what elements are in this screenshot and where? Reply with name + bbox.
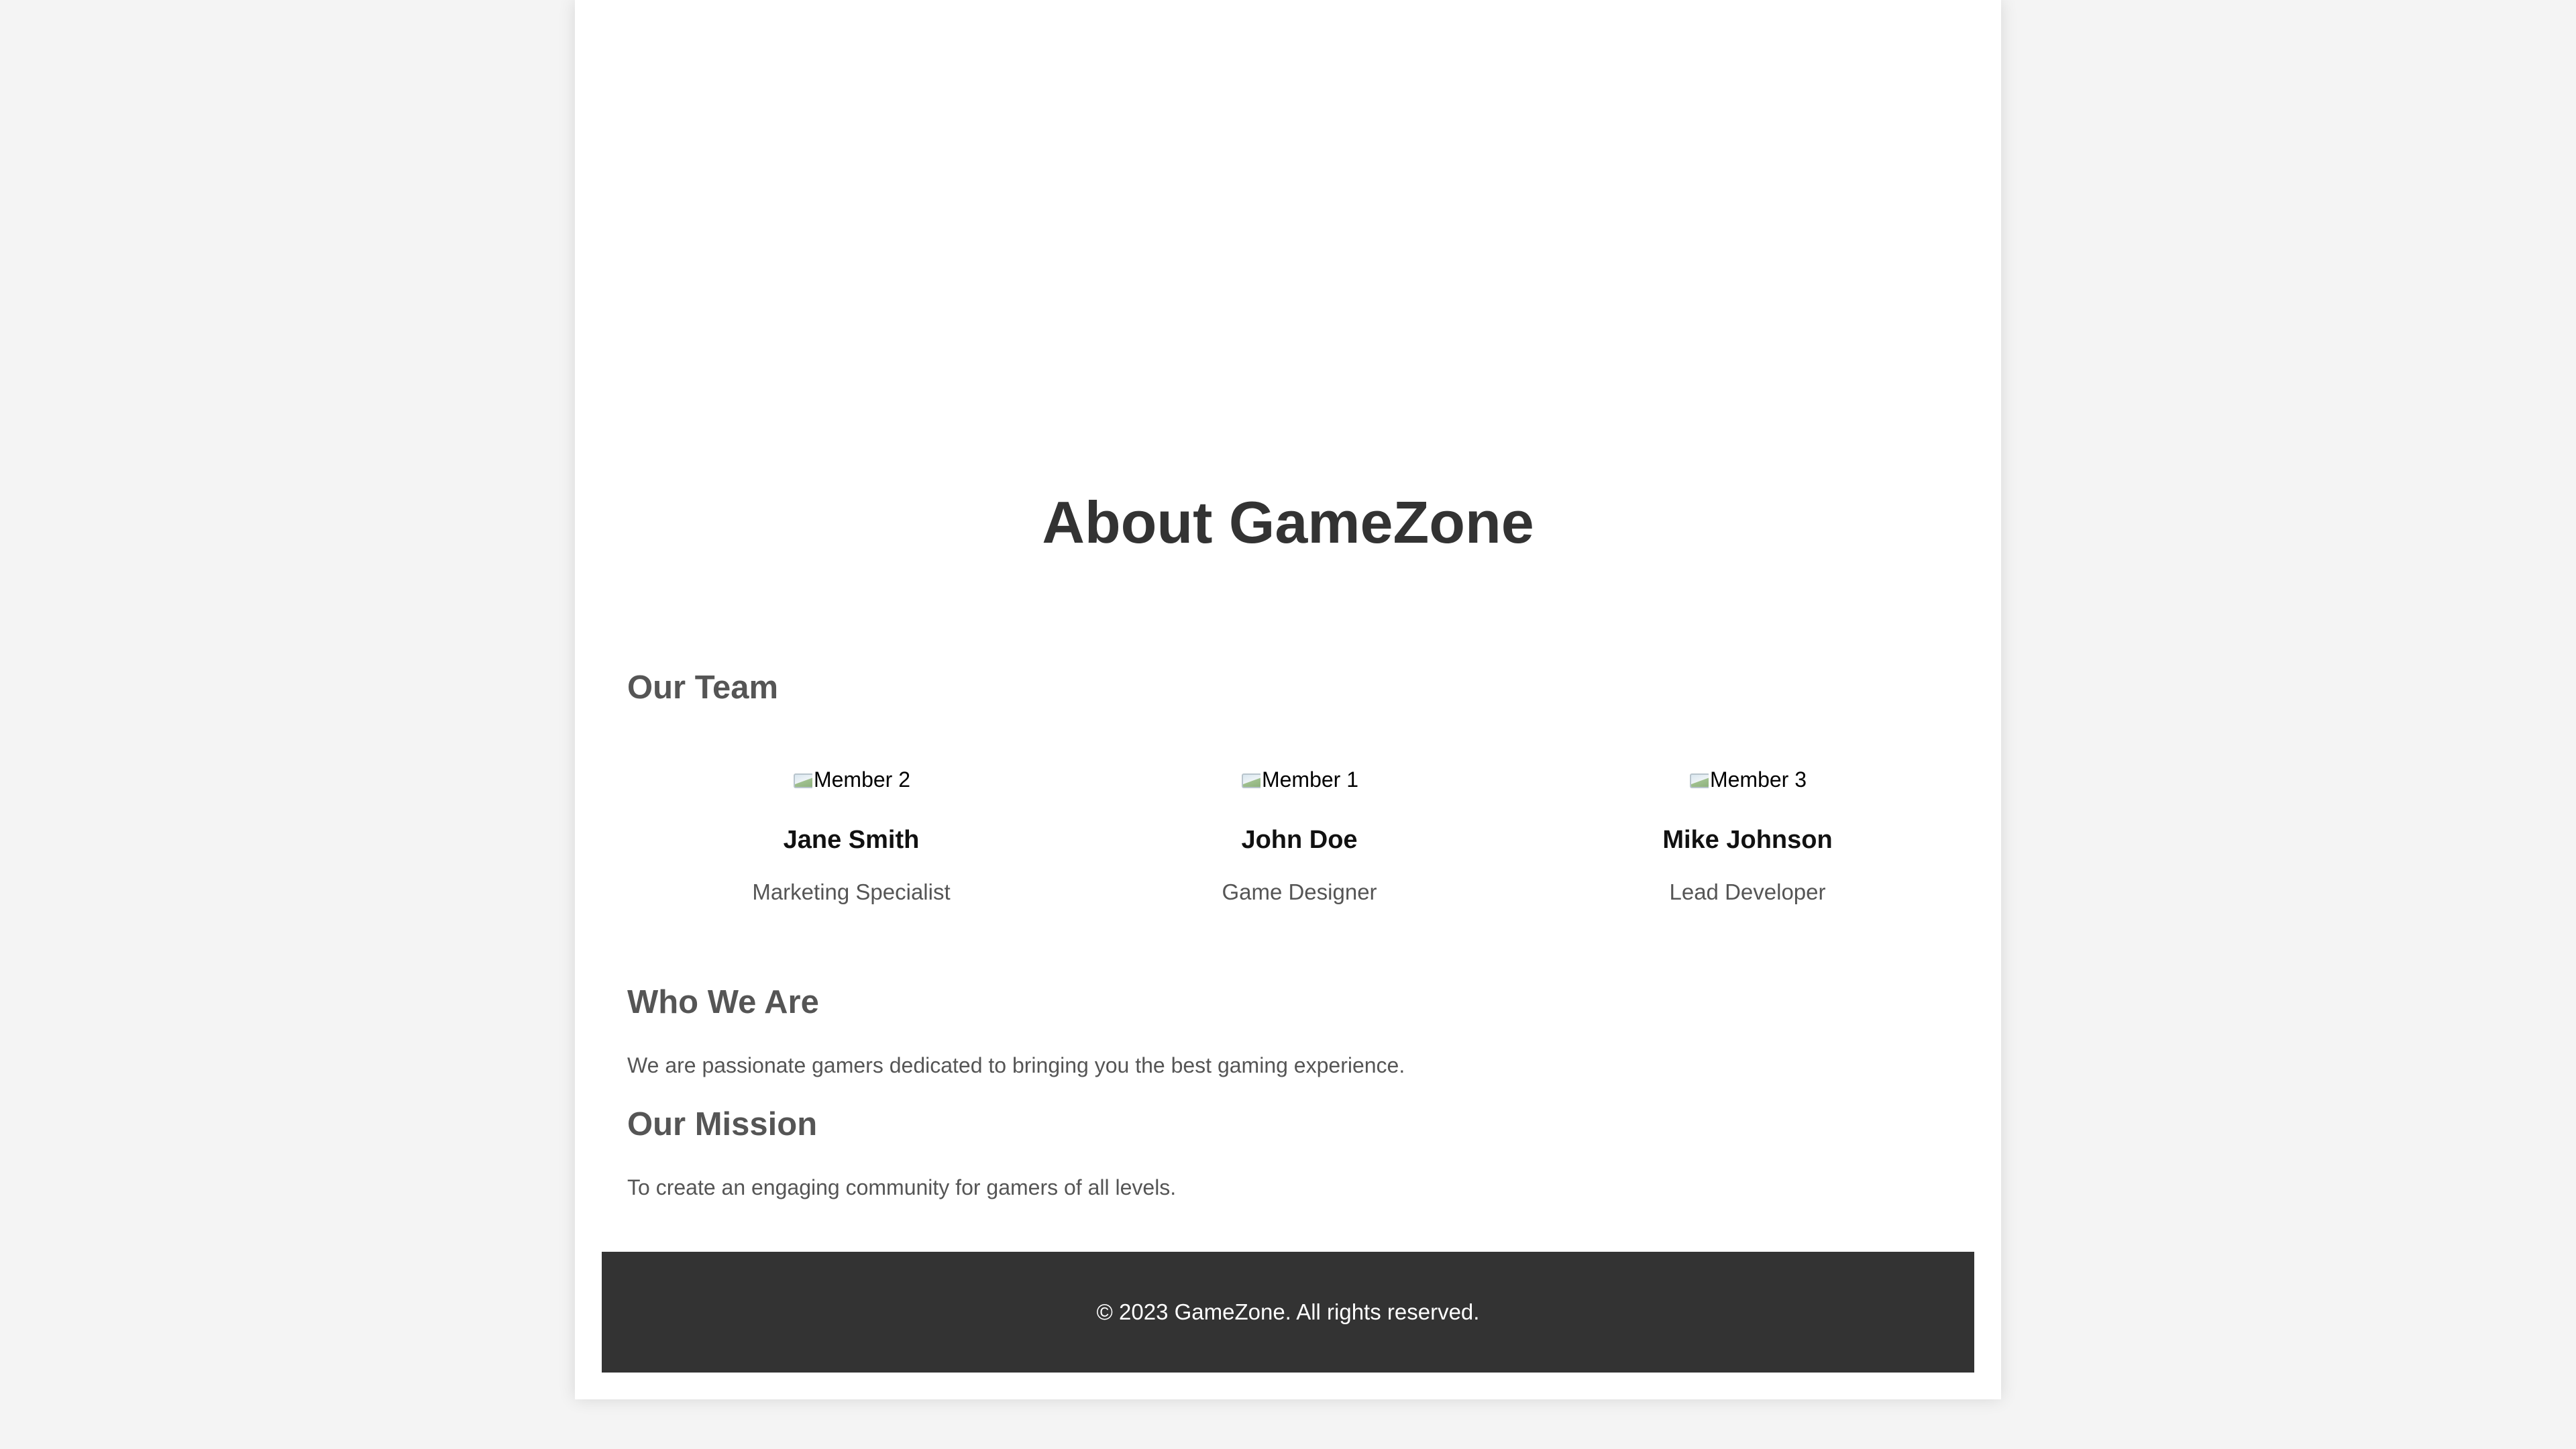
member-photo-alt: Member 3 bbox=[1709, 767, 1807, 792]
team-member-mike-johnson: Member 3 Mike Johnson Lead Developer bbox=[1523, 765, 1972, 906]
who-we-are-text: We are passionate gamers dedicated to br… bbox=[627, 1053, 1405, 1077]
footer-copyright: © 2023 GameZone. All rights reserved. bbox=[1096, 1299, 1480, 1324]
page-title: About GameZone bbox=[1042, 489, 1534, 555]
team-member-john-doe: Member 1 John Doe Game Designer bbox=[1075, 765, 1523, 906]
member-role: Marketing Specialist bbox=[752, 879, 951, 904]
team-member-jane-smith: Member 2 Jane Smith Marketing Specialist bbox=[627, 765, 1075, 906]
footer: © 2023 GameZone. All rights reserved. bbox=[602, 1252, 1974, 1373]
member-photo: Member 1 bbox=[1240, 765, 1358, 794]
who-we-are-heading: Who We Are bbox=[627, 984, 819, 1020]
member-name: Mike Johnson bbox=[1662, 826, 1833, 854]
member-photo: Member 2 bbox=[792, 765, 910, 794]
member-photo-alt: Member 1 bbox=[1261, 767, 1359, 792]
broken-image-icon bbox=[1688, 771, 1709, 788]
broken-image-icon bbox=[792, 771, 812, 788]
member-photo: Member 3 bbox=[1688, 765, 1807, 794]
member-name: John Doe bbox=[1241, 826, 1358, 854]
member-role: Lead Developer bbox=[1669, 879, 1826, 904]
mission-heading: Our Mission bbox=[627, 1106, 818, 1142]
page-container: About GameZone Our Team Member 2 Jane Sm… bbox=[575, 0, 2001, 1399]
member-name: Jane Smith bbox=[783, 826, 920, 854]
team-list: Member 2 Jane Smith Marketing Specialist… bbox=[627, 765, 1972, 906]
member-role: Game Designer bbox=[1222, 879, 1377, 904]
broken-image-icon bbox=[1240, 771, 1260, 788]
mission-text: To create an engaging community for game… bbox=[627, 1175, 1177, 1199]
member-photo-alt: Member 2 bbox=[813, 767, 911, 792]
team-heading: Our Team bbox=[627, 669, 779, 706]
